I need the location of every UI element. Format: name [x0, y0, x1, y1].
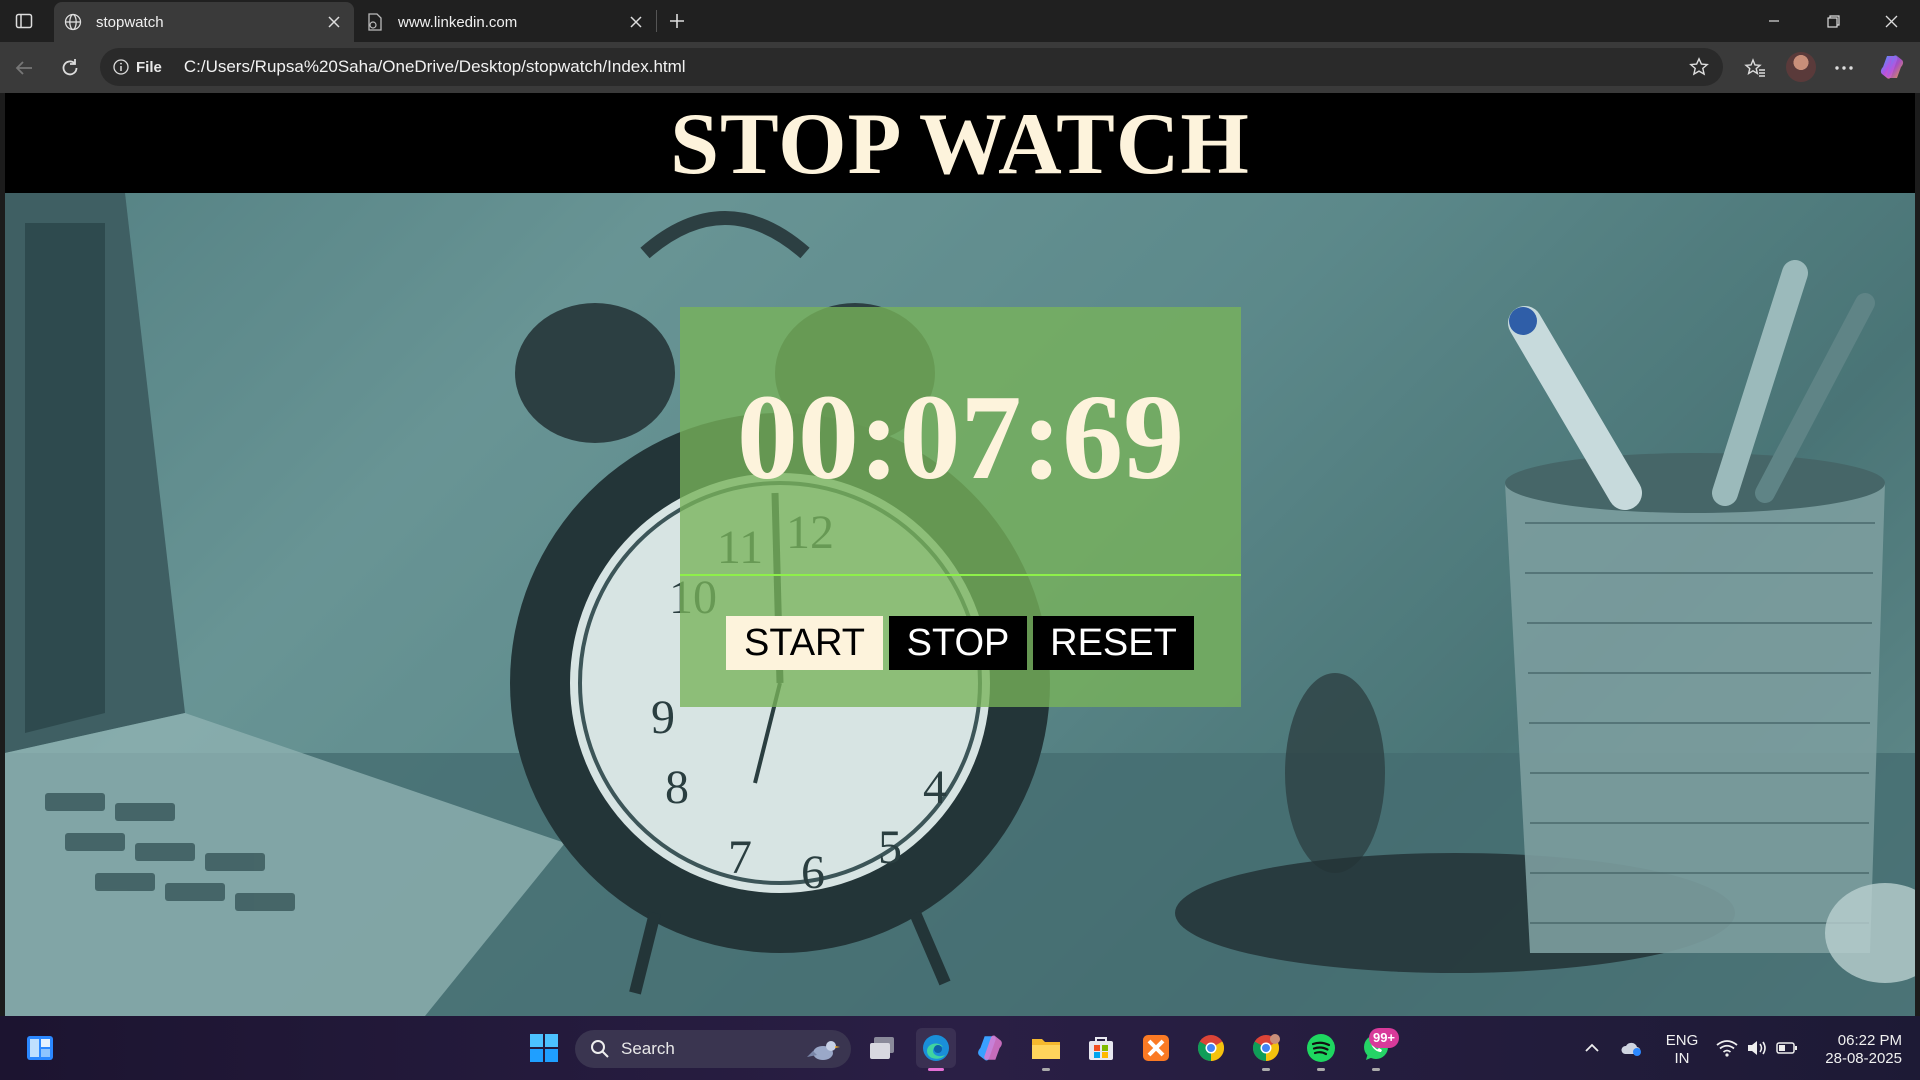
language-line-2: IN	[1674, 1050, 1690, 1067]
search-label: Search	[621, 1039, 675, 1058]
chrome-profile-icon[interactable]	[1246, 1028, 1286, 1071]
chrome-icon[interactable]	[1191, 1028, 1231, 1068]
start-button[interactable]: START	[726, 616, 883, 670]
svg-text:7: 7	[728, 831, 752, 884]
stopwatch-panel: 00:07:69 START STOP RESET	[680, 307, 1241, 707]
active-indicator	[928, 1068, 944, 1071]
reset-button[interactable]: RESET	[1033, 616, 1194, 670]
tab-stopwatch[interactable]: stopwatch	[54, 2, 354, 42]
chevron-up-icon[interactable]	[1580, 1036, 1604, 1060]
svg-text:5: 5	[878, 821, 902, 874]
edge-browser-icon[interactable]	[916, 1028, 956, 1071]
bird-icon	[803, 1034, 843, 1064]
clock-date: 28-08-2025	[1825, 1050, 1902, 1067]
wifi-icon[interactable]	[1715, 1036, 1739, 1060]
globe-icon	[64, 13, 82, 31]
page-viewport: STOP WATCH 9 8 7 6 5 4 00:07:69 START ST…	[5, 93, 1915, 1016]
page-header: STOP WATCH	[5, 93, 1915, 193]
profile-avatar[interactable]	[1786, 52, 1816, 82]
tab-title: stopwatch	[96, 13, 164, 31]
svg-text:6: 6	[801, 846, 825, 899]
background-photo: 987 654 101112	[5, 193, 1915, 1016]
notification-badge: 99+	[1369, 1028, 1399, 1048]
sidebar-toggle-icon[interactable]	[12, 9, 36, 33]
clock-time: 06:22 PM	[1837, 1032, 1902, 1049]
volume-icon[interactable]	[1745, 1036, 1769, 1060]
running-indicator	[1372, 1068, 1380, 1071]
battery-icon[interactable]	[1775, 1036, 1799, 1060]
page-title: STOP WATCH	[670, 96, 1250, 193]
svg-text:4: 4	[923, 761, 947, 814]
copilot-icon[interactable]	[1877, 52, 1907, 82]
url-text[interactable]: C:/Users/Rupsa%20Saha/OneDrive/Desktop/s…	[184, 57, 1687, 77]
svg-text:8: 8	[665, 761, 689, 814]
search-icon	[589, 1038, 611, 1060]
panel-divider	[680, 574, 1241, 576]
browser-tab-bar: stopwatch www.linkedin.com	[0, 0, 1920, 42]
taskbar-search[interactable]: Search	[575, 1030, 851, 1068]
copilot-app-icon[interactable]	[970, 1028, 1010, 1068]
page-icon	[366, 13, 384, 31]
language-line-1: ENG	[1665, 1032, 1699, 1049]
running-indicator	[1262, 1068, 1270, 1071]
language-indicator[interactable]: ENG IN	[1664, 1032, 1700, 1068]
favorites-icon[interactable]	[1741, 54, 1769, 82]
tab-linkedin[interactable]: www.linkedin.com	[356, 2, 656, 42]
info-icon[interactable]	[112, 58, 130, 76]
browser-toolbar: File C:/Users/Rupsa%20Saha/OneDrive/Desk…	[0, 42, 1920, 93]
microsoft-store-icon[interactable]	[1081, 1028, 1121, 1068]
restore-icon[interactable]	[1804, 0, 1862, 42]
tab-separator	[656, 10, 657, 32]
system-clock[interactable]: 06:22 PM 28-08-2025	[1812, 1032, 1902, 1068]
onedrive-icon[interactable]	[1620, 1036, 1644, 1060]
xampp-icon[interactable]	[1136, 1028, 1176, 1068]
scheme-label: File	[136, 58, 162, 76]
back-arrow-icon[interactable]	[10, 54, 38, 82]
widgets-icon[interactable]	[20, 1028, 60, 1068]
time-display: 00:07:69	[736, 370, 1185, 505]
file-explorer-icon[interactable]	[1026, 1028, 1066, 1071]
close-tab-icon[interactable]	[626, 12, 646, 32]
new-tab-icon[interactable]	[664, 8, 690, 34]
refresh-icon[interactable]	[56, 54, 84, 82]
close-tab-icon[interactable]	[324, 12, 344, 32]
running-indicator	[1042, 1068, 1050, 1071]
taskbar: Search 99+ ENG IN 06:22 PM 28-08-2025	[0, 1016, 1920, 1080]
favorite-star-icon[interactable]	[1687, 55, 1711, 79]
task-view-icon[interactable]	[862, 1028, 902, 1068]
address-bar[interactable]: File C:/Users/Rupsa%20Saha/OneDrive/Desk…	[100, 48, 1723, 86]
minimize-icon[interactable]	[1745, 0, 1803, 42]
spotify-icon[interactable]	[1301, 1028, 1341, 1071]
start-menu-icon[interactable]	[524, 1028, 564, 1068]
stop-button[interactable]: STOP	[889, 616, 1027, 670]
tab-title: www.linkedin.com	[398, 13, 518, 31]
more-options-icon[interactable]	[1830, 54, 1858, 82]
svg-text:9: 9	[651, 691, 675, 744]
close-window-icon[interactable]	[1862, 0, 1920, 42]
running-indicator	[1317, 1068, 1325, 1071]
